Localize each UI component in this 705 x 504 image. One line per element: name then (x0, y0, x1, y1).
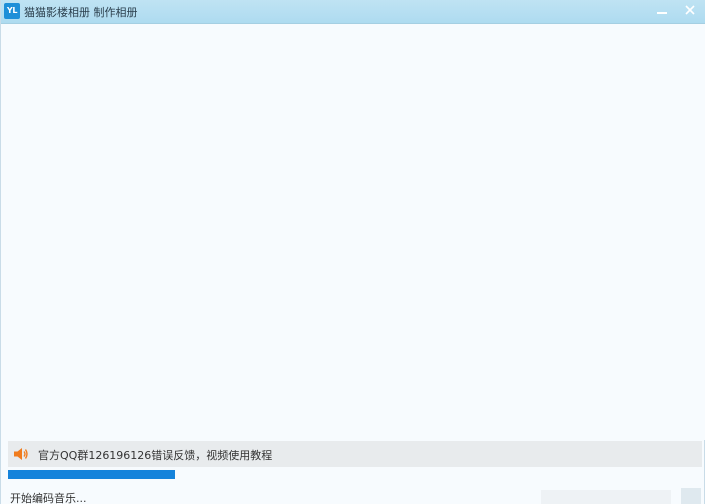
status-text: 开始编码音乐... (10, 492, 87, 504)
close-button[interactable] (677, 0, 703, 22)
close-icon (685, 5, 695, 15)
app-logo-icon: YL (4, 3, 20, 19)
progress-bar (8, 470, 702, 479)
speaker-icon (14, 448, 28, 460)
title-bar[interactable]: YL 猫猫影楼相册 制作相册 (1, 0, 705, 24)
corner-area (681, 488, 701, 504)
notice-bar: 官方QQ群126196126错误反馈，视频使用教程 (8, 441, 702, 467)
window-title: 猫猫影楼相册 制作相册 (24, 6, 138, 19)
watermark-area (541, 490, 671, 504)
minimize-button[interactable] (649, 0, 675, 22)
preview-area (1, 24, 705, 440)
progress-fill (8, 470, 175, 479)
app-window: YL 猫猫影楼相册 制作相册 官方QQ群126196126错误反馈，视频使用教程… (0, 0, 705, 504)
notice-link[interactable]: 官方QQ群126196126错误反馈，视频使用教程 (38, 447, 272, 463)
